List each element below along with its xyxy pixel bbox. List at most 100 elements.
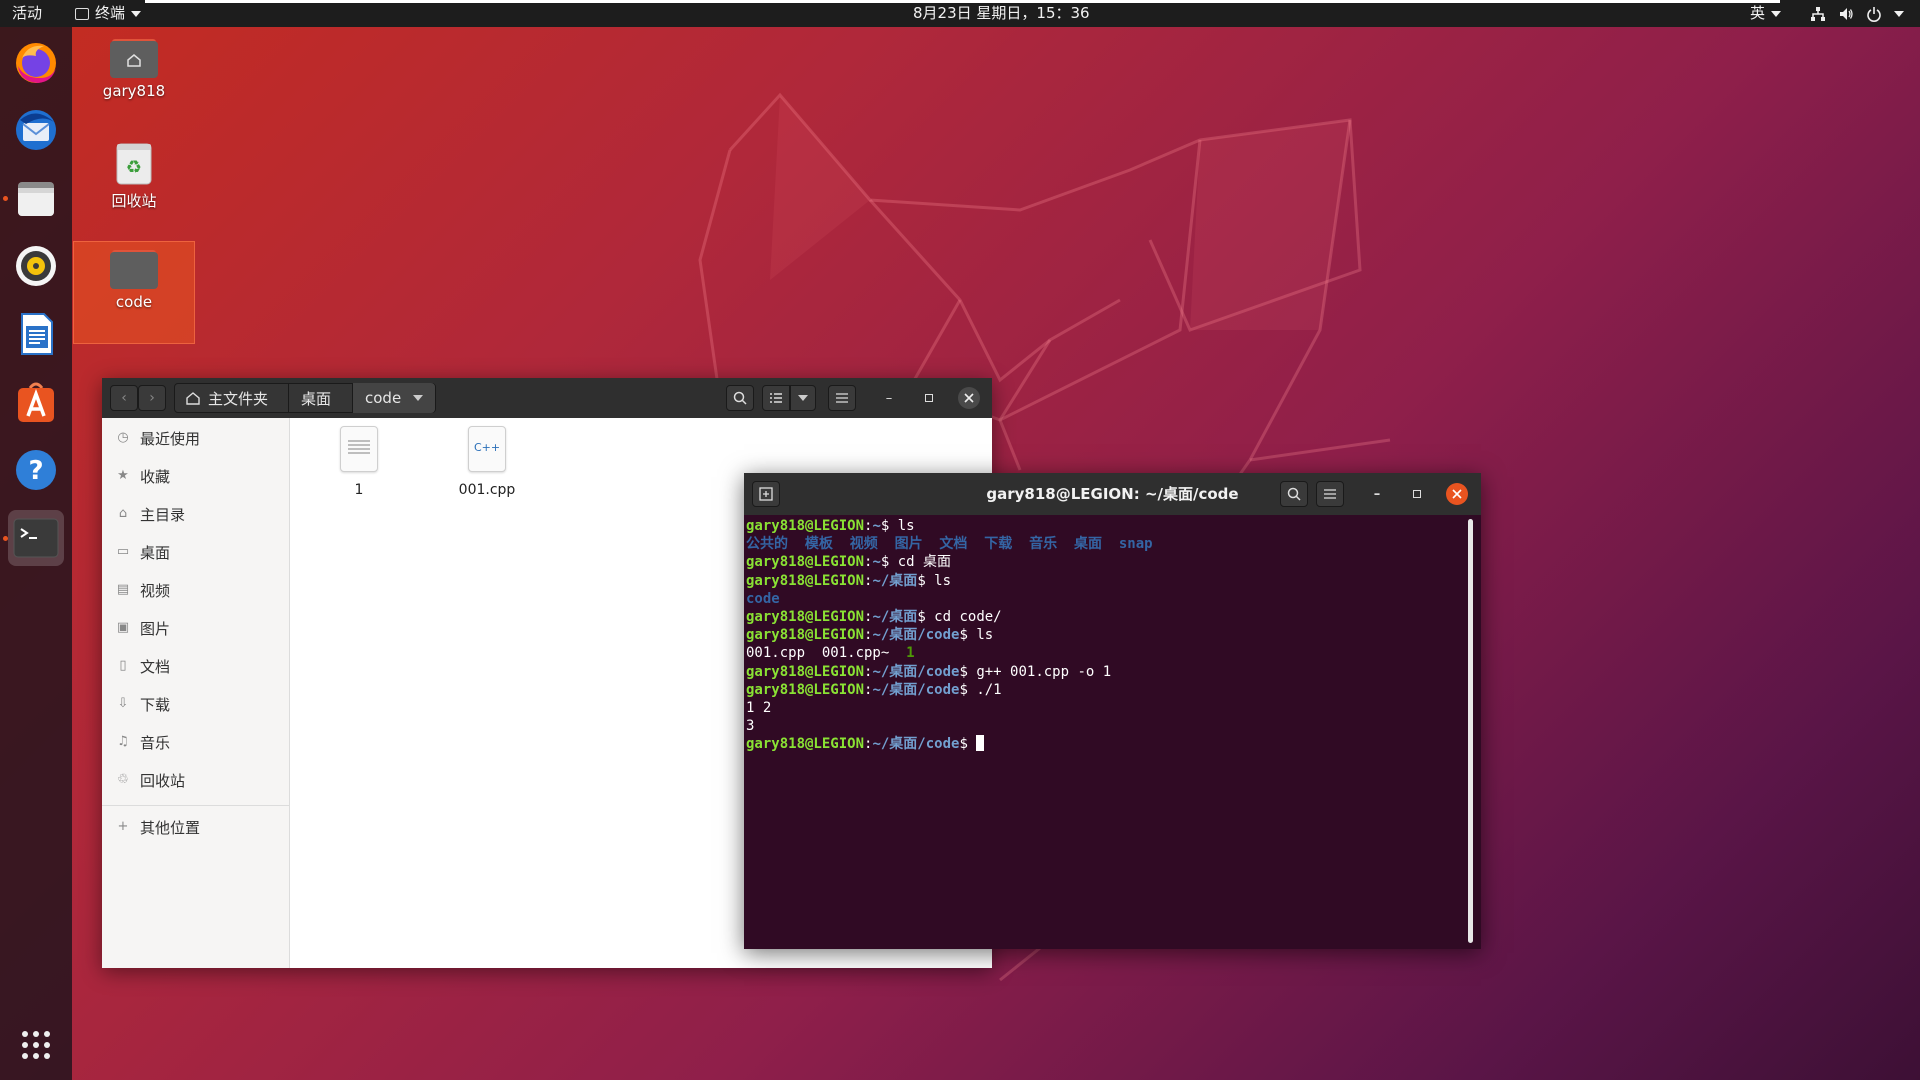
chevron-down-icon	[1894, 10, 1904, 17]
chevron-down-icon	[1771, 10, 1782, 17]
dock-help[interactable]: ?	[8, 442, 64, 498]
files-icon	[18, 182, 54, 216]
sidebar-item-videos[interactable]: ▤ 视频	[102, 572, 290, 608]
file-item[interactable]: 1	[314, 426, 404, 498]
dock-terminal[interactable]	[8, 510, 64, 566]
terminal-text: $ ls	[880, 518, 915, 534]
desktop-icon-trash[interactable]: ♻ 回收站	[73, 140, 195, 211]
terminal-text: $	[959, 736, 977, 753]
volume-icon	[1840, 7, 1853, 20]
sidebar-item-starred[interactable]: ★ 收藏	[102, 458, 290, 494]
breadcrumb-desktop[interactable]: 桌面	[288, 383, 343, 413]
system-tray[interactable]	[1810, 0, 1904, 27]
sidebar-item-label: 收藏	[140, 467, 171, 486]
sidebar-item-label: 图片	[140, 619, 171, 638]
dock-software[interactable]	[8, 374, 64, 430]
close-button[interactable]	[1446, 483, 1468, 505]
breadcrumb-label: 主文件夹	[208, 389, 269, 408]
input-method-menu[interactable]: 英	[1750, 0, 1782, 27]
terminal-text: ~/桌面/code	[872, 663, 960, 680]
terminal-text: gary818@LEGION	[746, 681, 865, 698]
sidebar-item-other-locations[interactable]: + 其他位置	[102, 809, 290, 845]
terminal-text: gary818@LEGION	[746, 609, 865, 626]
file-name: 001.cpp	[458, 482, 516, 498]
desktop-icon-label: gary818	[102, 82, 166, 100]
rhythmbox-icon	[16, 246, 56, 286]
thunderbird-icon	[16, 110, 56, 150]
terminal-text: 公共的 模板 视频 图片 文档 下载 音乐 桌面 snap	[746, 536, 1153, 553]
sidebar-item-downloads[interactable]: ⇩ 下载	[102, 686, 290, 722]
file-item[interactable]: C++ 001.cpp	[442, 426, 532, 498]
sidebar-item-documents[interactable]: ▯ 文档	[102, 648, 290, 684]
terminal-text: ~/桌面	[872, 609, 918, 626]
sidebar-item-desktop[interactable]: ▭ 桌面	[102, 534, 290, 570]
terminal-text: $ g++ 001.cpp -o 1	[959, 663, 1112, 680]
terminal-text: gary818@LEGION	[746, 572, 865, 589]
chevron-down-icon	[798, 395, 808, 401]
sidebar-item-recent[interactable]: ◷ 最近使用	[102, 420, 290, 456]
download-icon: ⇩	[117, 696, 129, 711]
back-button[interactable]: ‹	[110, 385, 138, 411]
document-icon: ▯	[119, 658, 127, 673]
sidebar-item-trash[interactable]: ♲ 回收站	[102, 762, 290, 798]
terminal-line: gary818@LEGION:~/桌面/code$ ls	[746, 626, 1464, 644]
clock[interactable]: 8月23日 星期日，15：36	[913, 0, 1090, 27]
view-options-button[interactable]	[790, 385, 816, 411]
chevron-left-icon: ‹	[121, 390, 127, 406]
sidebar-item-label: 视频	[140, 581, 171, 600]
dock-files[interactable]	[8, 170, 64, 226]
video-icon: ▤	[116, 582, 130, 597]
sidebar-item-home[interactable]: ⌂ 主目录	[102, 496, 290, 532]
sidebar-item-label: 下载	[140, 695, 171, 714]
minimize-button[interactable]: –	[878, 387, 900, 409]
top-bar: 活动 终端 8月23日 星期日，15：36 英	[0, 0, 1920, 27]
terminal-text: gary818@LEGION	[746, 736, 865, 753]
maximize-icon	[925, 394, 933, 402]
forward-button[interactable]: ›	[138, 385, 166, 411]
terminal-text: $ ls	[917, 572, 952, 589]
close-button[interactable]	[958, 387, 980, 409]
terminal-menu-button[interactable]	[1316, 481, 1344, 507]
search-button[interactable]	[726, 385, 754, 411]
dock-rhythmbox[interactable]	[8, 238, 64, 294]
activities-label: 活动	[12, 4, 43, 22]
close-icon	[964, 393, 974, 403]
terminal-search-button[interactable]	[1280, 481, 1308, 507]
terminal-line: gary818@LEGION:~/桌面/code$	[746, 735, 1464, 753]
maximize-button[interactable]	[918, 387, 940, 409]
menu-button[interactable]	[828, 385, 856, 411]
show-apps-button[interactable]	[8, 1017, 64, 1073]
plus-icon: +	[117, 819, 129, 834]
terminal-scrollbar[interactable]	[1468, 519, 1473, 943]
svg-text:?: ?	[28, 456, 43, 486]
maximize-button[interactable]	[1406, 483, 1428, 505]
music-icon: ♫	[117, 734, 129, 749]
hamburger-icon	[1324, 489, 1336, 499]
desktop-icon-code-folder[interactable]: code	[73, 241, 195, 344]
terminal-text: ~	[872, 554, 881, 571]
desktop-icon-home[interactable]: gary818	[73, 36, 195, 100]
terminal-line: code	[746, 590, 1464, 608]
terminal-cursor	[976, 735, 985, 752]
view-mode-button[interactable]	[762, 385, 790, 411]
sidebar-item-pictures[interactable]: ▣ 图片	[102, 610, 290, 646]
chevron-down-icon	[413, 395, 424, 401]
activities-button[interactable]: 活动	[12, 0, 42, 27]
breadcrumb-code[interactable]: code	[352, 383, 436, 413]
minimize-icon: –	[1373, 486, 1381, 502]
dock-writer[interactable]	[8, 306, 64, 362]
dock-thunderbird[interactable]	[8, 102, 64, 158]
search-icon	[1287, 487, 1301, 501]
terminal-text: ~/桌面/code	[872, 627, 960, 644]
dock-firefox[interactable]	[8, 34, 64, 90]
terminal-text: $ cd code/	[917, 609, 1002, 626]
cpp-file-icon: C++	[468, 426, 506, 472]
minimize-button[interactable]: –	[1366, 483, 1388, 505]
power-icon	[1867, 6, 1881, 22]
breadcrumb-home[interactable]: 主文件夹	[174, 383, 280, 413]
terminal-text: ~	[872, 518, 881, 534]
terminal-output[interactable]: gary818@LEGION:~$ ls 公共的 模板 视频 图片 文档 下载 音…	[746, 517, 1464, 943]
app-menu[interactable]: 终端	[75, 0, 142, 27]
terminal-text: 1 2	[746, 700, 772, 717]
sidebar-item-music[interactable]: ♫ 音乐	[102, 724, 290, 760]
